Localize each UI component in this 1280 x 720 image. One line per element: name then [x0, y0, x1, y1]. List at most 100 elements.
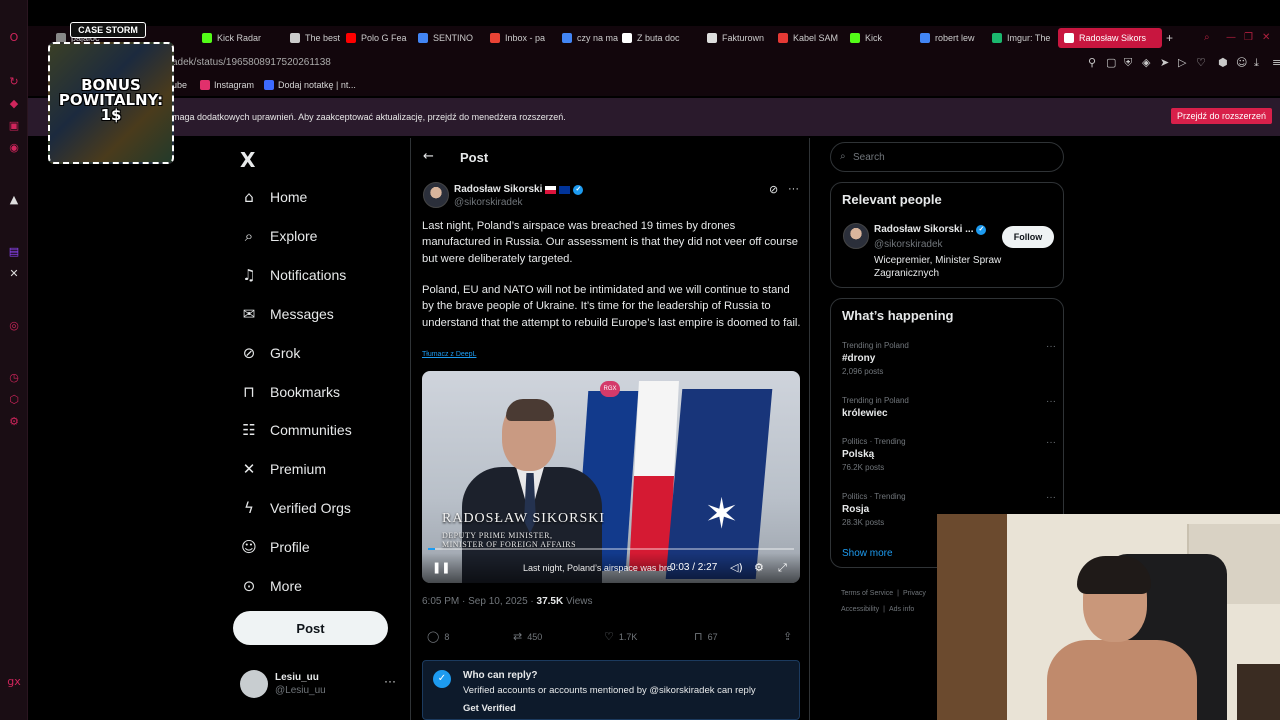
bookmark-item[interactable]: ube	[172, 80, 187, 90]
browser-tab[interactable]: Fakturown	[707, 28, 774, 48]
trend-item[interactable]: Trending in Poland #drony 2,096 posts ···	[842, 341, 1056, 376]
pause-icon[interactable]: ❚❚	[432, 561, 450, 574]
menu-icon[interactable]: ≡	[1272, 56, 1280, 69]
play-icon[interactable]: ▷	[1178, 56, 1186, 69]
opera-logo-icon[interactable]: O	[6, 30, 22, 46]
bookmark-action[interactable]: ⊓ 67	[694, 630, 718, 643]
x-logo[interactable]: X	[240, 148, 255, 172]
search-tabs-icon[interactable]: ⌕	[1204, 32, 1210, 43]
browser-tab[interactable]: robert lew	[920, 28, 988, 48]
share-action[interactable]: ⇪	[783, 630, 797, 643]
nav-item-bookmarks[interactable]: ⊓ Bookmarks	[240, 380, 340, 404]
browser-tab[interactable]: Kick Radar	[202, 28, 286, 48]
more-icon[interactable]: ···	[1046, 437, 1056, 448]
address-bar[interactable]: adek/status/1965808917520261138 ⚲ ▢ ⛨ ◈ …	[28, 50, 1280, 76]
browser-tab[interactable]: Z buta doc	[622, 28, 703, 48]
history-icon[interactable]: ↻	[6, 74, 22, 90]
bookmark-item[interactable]: Dodaj notatkę | nt...	[264, 80, 356, 90]
nav-item-profile[interactable]: ☺ Profile	[240, 535, 310, 559]
bag-icon[interactable]: ◆	[6, 96, 22, 112]
browser-tab[interactable]: Kabel SAM	[778, 28, 846, 48]
more-icon[interactable]: ···	[788, 183, 799, 195]
vpn-icon[interactable]: ◈	[1142, 56, 1150, 69]
maximize-icon[interactable]: ❐	[1244, 32, 1253, 43]
relevant-person-handle[interactable]: @sikorskiradek	[874, 239, 943, 250]
terms-link[interactable]: Terms of Service	[841, 590, 893, 597]
nav-item-more[interactable]: ⊙ More	[240, 574, 302, 598]
post-datetime[interactable]: 6:05 PM · Sep 10, 2025 ·	[422, 596, 537, 607]
volume-icon[interactable]: ◁)	[730, 561, 743, 574]
adblock-icon[interactable]: ⛨	[1124, 56, 1132, 70]
accessibility-link[interactable]: Accessibility	[841, 606, 879, 613]
repost-action[interactable]: ⇄ 450	[513, 630, 542, 643]
browser-tab[interactable]: Radosław Sikors	[1058, 28, 1162, 48]
profile-icon[interactable]: ☺	[1236, 56, 1247, 69]
nav-item-messages[interactable]: ✉ Messages	[240, 302, 334, 326]
nav-item-communities[interactable]: ☷ Communities	[240, 418, 351, 442]
nav-item-notifications[interactable]: ♫ Notifications	[240, 263, 346, 287]
browser-tab[interactable]: czy na mał	[562, 28, 618, 48]
video-progress-bar[interactable]	[428, 548, 794, 550]
post-button[interactable]: Post	[233, 611, 388, 645]
search-input[interactable]	[853, 149, 1053, 165]
close-window-icon[interactable]: ✕	[1262, 32, 1270, 43]
more-icon[interactable]: ···	[1046, 396, 1056, 407]
ads-info-link[interactable]: Ads info	[889, 606, 914, 613]
browser-tab[interactable]: Kick	[850, 28, 916, 48]
author-name[interactable]: Radosław Sikorski	[454, 184, 542, 195]
browser-tab[interactable]: Polo G Fea	[346, 28, 414, 48]
twitch-icon[interactable]: ▤	[6, 244, 22, 260]
gx-icon[interactable]: gx	[6, 674, 22, 690]
nav-item-grok[interactable]: ⊘ Grok	[240, 341, 301, 365]
privacy-link[interactable]: Privacy	[903, 590, 926, 597]
browser-tab[interactable]: Inbox - pa	[490, 28, 558, 48]
extensions-icon[interactable]: ⬢	[1218, 56, 1228, 69]
minimize-icon[interactable]: —	[1226, 32, 1236, 43]
like-action[interactable]: ♡ 1.7K	[604, 630, 637, 643]
bookmark-item[interactable]: Instagram	[200, 80, 254, 90]
settings-gear-icon[interactable]: ⚙	[754, 561, 764, 574]
account-switcher[interactable]: Lesiu_uu @Lesiu_uu ···	[240, 668, 400, 700]
box-icon[interactable]: ⬡	[6, 392, 22, 408]
heart-icon[interactable]: ♡	[1196, 56, 1206, 69]
nav-item-explore[interactable]: ⌕ Explore	[240, 224, 318, 248]
show-more-link[interactable]: Show more	[842, 548, 893, 559]
fullscreen-icon[interactable]: ⤢	[778, 561, 787, 575]
author-avatar[interactable]	[423, 182, 449, 208]
reply-action[interactable]: ◯ 8	[427, 630, 449, 643]
grok-icon[interactable]: ⊘	[769, 183, 778, 196]
relevant-person-name[interactable]: Radosław Sikorski ...	[874, 224, 973, 235]
x-app-icon[interactable]: ✕	[6, 266, 22, 282]
settings-icon[interactable]: ⚙	[6, 414, 22, 430]
follow-button[interactable]: Follow	[1002, 226, 1054, 248]
download-icon[interactable]: ⤓	[1254, 56, 1259, 70]
clock-icon[interactable]: ◷	[6, 370, 22, 386]
trend-item[interactable]: Trending in Poland królewiec ···	[842, 396, 1056, 419]
avatar[interactable]	[843, 223, 869, 249]
browser-tab[interactable]: The best C	[290, 28, 342, 48]
aria-icon[interactable]: ▲	[6, 192, 22, 208]
back-arrow-icon[interactable]: ←	[423, 149, 434, 164]
relevant-person-name-row[interactable]: Radosław Sikorski ... ✓	[874, 224, 987, 235]
trend-item[interactable]: Politics · Trending Polską 76.2K posts ···	[842, 437, 1056, 472]
player-icon[interactable]: ◎	[6, 318, 22, 334]
shield-icon[interactable]: ▣	[6, 118, 22, 134]
get-verified-link[interactable]: Get Verified	[463, 703, 516, 714]
pin-icon[interactable]: ⚲	[1088, 56, 1096, 69]
browser-tab[interactable]: Imgur: The	[992, 28, 1054, 48]
nav-item-verified-orgs[interactable]: ϟ Verified Orgs	[240, 496, 351, 520]
url-text[interactable]: adek/status/1965808917520261138	[172, 57, 331, 68]
browser-tab[interactable]: SENTINO	[418, 28, 486, 48]
more-icon[interactable]: ···	[384, 674, 396, 688]
go-to-extensions-button[interactable]: Przejdź do rozszerzeń	[1170, 108, 1272, 124]
more-icon[interactable]: ···	[1046, 492, 1056, 503]
author-handle[interactable]: @sikorskiradek	[454, 197, 523, 208]
snapshot-icon[interactable]: ▢	[1106, 56, 1116, 69]
translate-link[interactable]: Tłumacz z DeepL	[422, 351, 476, 358]
send-icon[interactable]: ➤	[1160, 56, 1169, 69]
nav-item-premium[interactable]: ✕ Premium	[240, 457, 326, 481]
messenger-icon[interactable]: ◉	[6, 140, 22, 156]
search-box[interactable]: ⌕	[830, 142, 1064, 172]
new-tab-icon[interactable]: +	[1166, 28, 1173, 48]
more-icon[interactable]: ···	[1046, 341, 1056, 352]
